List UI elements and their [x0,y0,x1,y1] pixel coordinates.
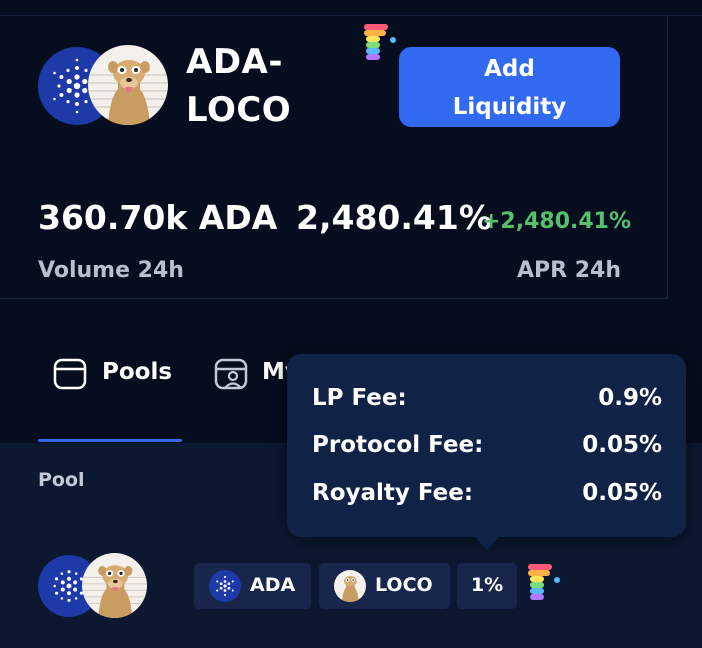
protocol-fee-row: Protocol Fee: 0.05% [312,432,662,466]
fee-chip-label: 1% [470,574,504,596]
fee-chip[interactable]: 1% [457,563,517,609]
token-chip-loco-label: LOCO [375,574,433,596]
tab-pools[interactable]: Pools [38,350,182,442]
add-liquidity-label-line: Liquidity [452,94,567,120]
header-divider [0,298,668,299]
add-liquidity-button[interactable]: Add Liquidity [399,47,620,127]
pool-pair-title: ADA- LOCO [186,38,316,134]
fee-tooltip: LP Fee: 0.9% Protocol Fee: 0.05% Royalty… [287,354,686,537]
apr-24h-label: APR 24h [517,258,622,283]
loco-token-icon [334,570,366,602]
volume-24h-value: 360.70k ADA [38,198,278,237]
apr-24h-value: 2,480.41% [296,198,492,237]
pools-icon [53,357,87,395]
my-positions-icon [214,357,248,395]
protocol-fee-value: 0.05% [582,432,662,458]
token-chip-ada-label: ADA [250,574,296,596]
lp-fee-value: 0.9% [598,385,662,411]
vertical-divider [667,15,668,299]
pair-title-line: ADA- [186,42,283,82]
tab-pools-label: Pools [102,359,173,385]
active-tab-indicator [38,439,182,442]
rainbow-badge-icon [525,562,563,608]
tab-my-positions[interactable]: My [212,350,292,410]
token-chip-ada[interactable]: ADA [194,563,311,609]
royalty-fee-label: Royalty Fee: [312,480,474,506]
volume-24h-label: Volume 24h [38,258,184,283]
loco-token-icon [82,553,147,618]
ada-token-icon [209,570,241,602]
pair-title-line: LOCO [186,90,292,130]
royalty-fee-row: Royalty Fee: 0.05% [312,480,662,514]
top-border [0,15,702,16]
protocol-fee-label: Protocol Fee: [312,432,484,458]
add-liquidity-label-line: Add [484,56,535,82]
column-header-pool: Pool [38,469,85,491]
tooltip-arrow [474,536,500,550]
lp-fee-row: LP Fee: 0.9% [312,385,662,419]
apr-change-value: +2,480.41% [482,209,632,234]
royalty-fee-value: 0.05% [582,480,662,506]
loco-token-icon [88,45,168,125]
rainbow-badge-icon [362,22,398,68]
lp-fee-label: LP Fee: [312,385,407,411]
token-chip-loco[interactable]: LOCO [319,563,450,609]
